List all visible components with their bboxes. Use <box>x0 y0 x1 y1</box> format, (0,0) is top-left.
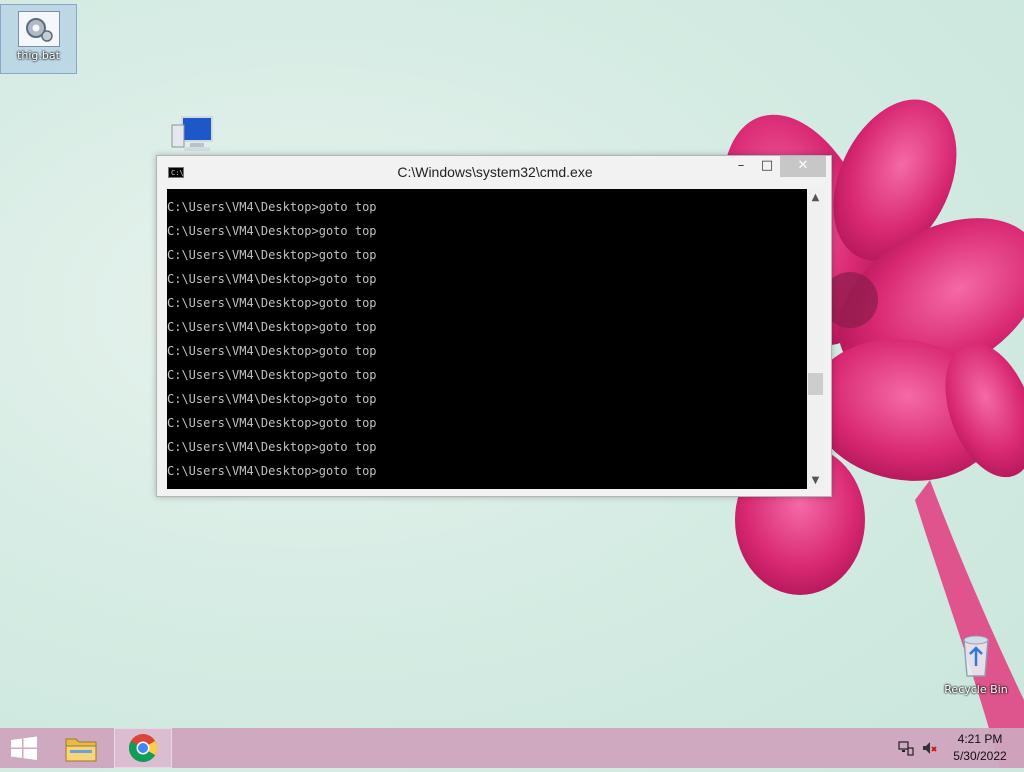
chrome-taskbar-button[interactable] <box>114 728 172 768</box>
desktop-icon-label: thig.bat <box>17 49 60 62</box>
taskbar <box>0 728 1024 768</box>
volume-muted-icon[interactable] <box>921 740 937 756</box>
desktop-icon-thig-bat[interactable]: thig.bat <box>0 4 77 74</box>
vertical-scrollbar[interactable]: ▲ ▼ <box>807 189 824 489</box>
start-button[interactable] <box>0 728 48 768</box>
batch-file-icon <box>17 11 60 47</box>
scroll-up-button[interactable]: ▲ <box>807 189 824 206</box>
file-explorer-button[interactable] <box>56 728 106 768</box>
console-line: C:\Users\VM4\Desktop>goto top <box>167 464 377 478</box>
console-line: C:\Users\VM4\Desktop>goto top <box>167 320 377 334</box>
minimize-button[interactable]: – <box>729 156 753 177</box>
console-output[interactable]: C:\Users\VM4\Desktop>goto top C:\Users\V… <box>167 189 807 489</box>
console-line: C:\Users\VM4\Desktop>goto top <box>167 248 377 262</box>
console-line: C:\Users\VM4\Desktop>goto top <box>167 224 377 238</box>
desktop-icon-recycle-bin[interactable]: Recycle Bin <box>940 632 1012 696</box>
title-bar[interactable]: C:\ C:\Windows\system32\cmd.exe – □ ✕ <box>157 156 831 189</box>
console-line: C:\Users\VM4\Desktop>goto top <box>167 440 377 454</box>
cmd-window[interactable]: C:\ C:\Windows\system32\cmd.exe – □ ✕ C:… <box>156 155 832 497</box>
close-button[interactable]: ✕ <box>780 156 826 177</box>
windows-logo-icon <box>11 736 37 760</box>
console-line: C:\Users\VM4\Desktop>goto top <box>167 392 377 406</box>
folder-icon <box>65 738 97 762</box>
network-icon[interactable] <box>898 740 914 756</box>
clock-date: 5/30/2022 <box>953 749 1007 763</box>
computer-icon[interactable] <box>168 115 220 157</box>
scroll-down-button[interactable]: ▼ <box>807 472 824 489</box>
scroll-thumb[interactable] <box>808 373 823 395</box>
maximize-button[interactable]: □ <box>755 156 779 177</box>
taskbar-clock[interactable]: 4:21 PM 5/30/2022 <box>940 731 1020 765</box>
recycle-bin-icon <box>963 635 989 677</box>
chrome-icon <box>129 734 157 762</box>
clock-time: 4:21 PM <box>957 732 1003 746</box>
console-line: C:\Users\VM4\Desktop>goto top <box>167 296 377 310</box>
console-line: C:\Users\VM4\Desktop>goto top <box>167 272 377 286</box>
console-line: C:\Users\VM4\Desktop>goto top <box>167 368 377 382</box>
console-line: C:\Users\VM4\Desktop>goto top <box>167 200 377 214</box>
console-line: C:\Users\VM4\Desktop>goto top <box>167 416 377 430</box>
desktop-icon-label: Recycle Bin <box>944 683 1008 696</box>
console-line: C:\Users\VM4\Desktop>goto top <box>167 344 377 358</box>
